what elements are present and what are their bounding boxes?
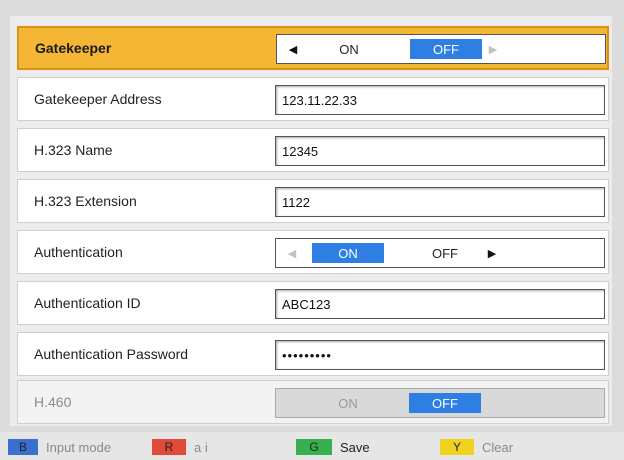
h323-name-input[interactable]: 12345: [275, 136, 605, 166]
authentication-label: Authentication: [34, 244, 123, 260]
authentication-toggle[interactable]: ◀ ON OFF ▶: [275, 238, 605, 268]
h460-off-option: OFF: [409, 393, 481, 413]
left-triangle-icon[interactable]: ◀: [285, 39, 301, 59]
row-h460: H.460 ON OFF: [17, 380, 609, 424]
h460-label: H.460: [34, 394, 72, 410]
row-gatekeeper[interactable]: Gatekeeper ◀ ON OFF ▶: [17, 26, 609, 70]
hint-input-mode[interactable]: B Input mode: [8, 439, 111, 455]
authentication-off-option[interactable]: OFF: [409, 243, 481, 263]
hint-clear[interactable]: Y Clear: [440, 439, 513, 455]
settings-panel: Gatekeeper ◀ ON OFF ▶ Gatekeeper Address…: [10, 16, 612, 426]
h460-on-option: ON: [338, 395, 358, 411]
left-triangle-icon[interactable]: ◀: [284, 243, 300, 263]
clear-text: Clear: [482, 439, 514, 455]
hint-save[interactable]: G Save: [296, 439, 370, 455]
row-h323-extension: H.323 Extension 1122: [17, 179, 609, 223]
right-triangle-icon[interactable]: ▶: [484, 243, 500, 263]
gatekeeper-address-label: Gatekeeper Address: [34, 91, 162, 107]
blue-key-icon: B: [8, 439, 38, 455]
gatekeeper-label: Gatekeeper: [35, 40, 112, 56]
row-authentication[interactable]: Authentication ◀ ON OFF ▶: [17, 230, 609, 274]
right-triangle-icon[interactable]: ▶: [485, 39, 501, 59]
row-gatekeeper-address: Gatekeeper Address 123.11.22.33: [17, 77, 609, 121]
h323-name-label: H.323 Name: [34, 142, 113, 158]
authentication-password-label: Authentication Password: [34, 346, 189, 362]
gatekeeper-on-option[interactable]: ON: [313, 39, 385, 59]
h460-toggle: ON OFF: [275, 388, 605, 418]
authentication-password-input[interactable]: •••••••••: [275, 340, 605, 370]
ai-text: a i: [194, 439, 208, 455]
red-key-icon: R: [152, 439, 186, 455]
h323-extension-label: H.323 Extension: [34, 193, 137, 209]
authentication-id-label: Authentication ID: [34, 295, 141, 311]
row-authentication-password: Authentication Password •••••••••: [17, 332, 609, 376]
gatekeeper-off-option[interactable]: OFF: [410, 39, 482, 59]
footer-hints: B Input mode R a i G Save Y Clear: [0, 432, 624, 460]
row-h323-name: H.323 Name 12345: [17, 128, 609, 172]
gatekeeper-address-input[interactable]: 123.11.22.33: [275, 85, 605, 115]
hint-ai[interactable]: R a i: [152, 439, 208, 455]
h323-extension-input[interactable]: 1122: [275, 187, 605, 217]
save-text: Save: [340, 439, 370, 455]
green-key-icon: G: [296, 439, 332, 455]
input-mode-text: Input mode: [46, 439, 112, 455]
authentication-id-input[interactable]: ABC123: [275, 289, 605, 319]
yellow-key-icon: Y: [440, 439, 474, 455]
gatekeeper-toggle[interactable]: ◀ ON OFF ▶: [276, 34, 606, 64]
row-authentication-id: Authentication ID ABC123: [17, 281, 609, 325]
authentication-on-option[interactable]: ON: [312, 243, 384, 263]
